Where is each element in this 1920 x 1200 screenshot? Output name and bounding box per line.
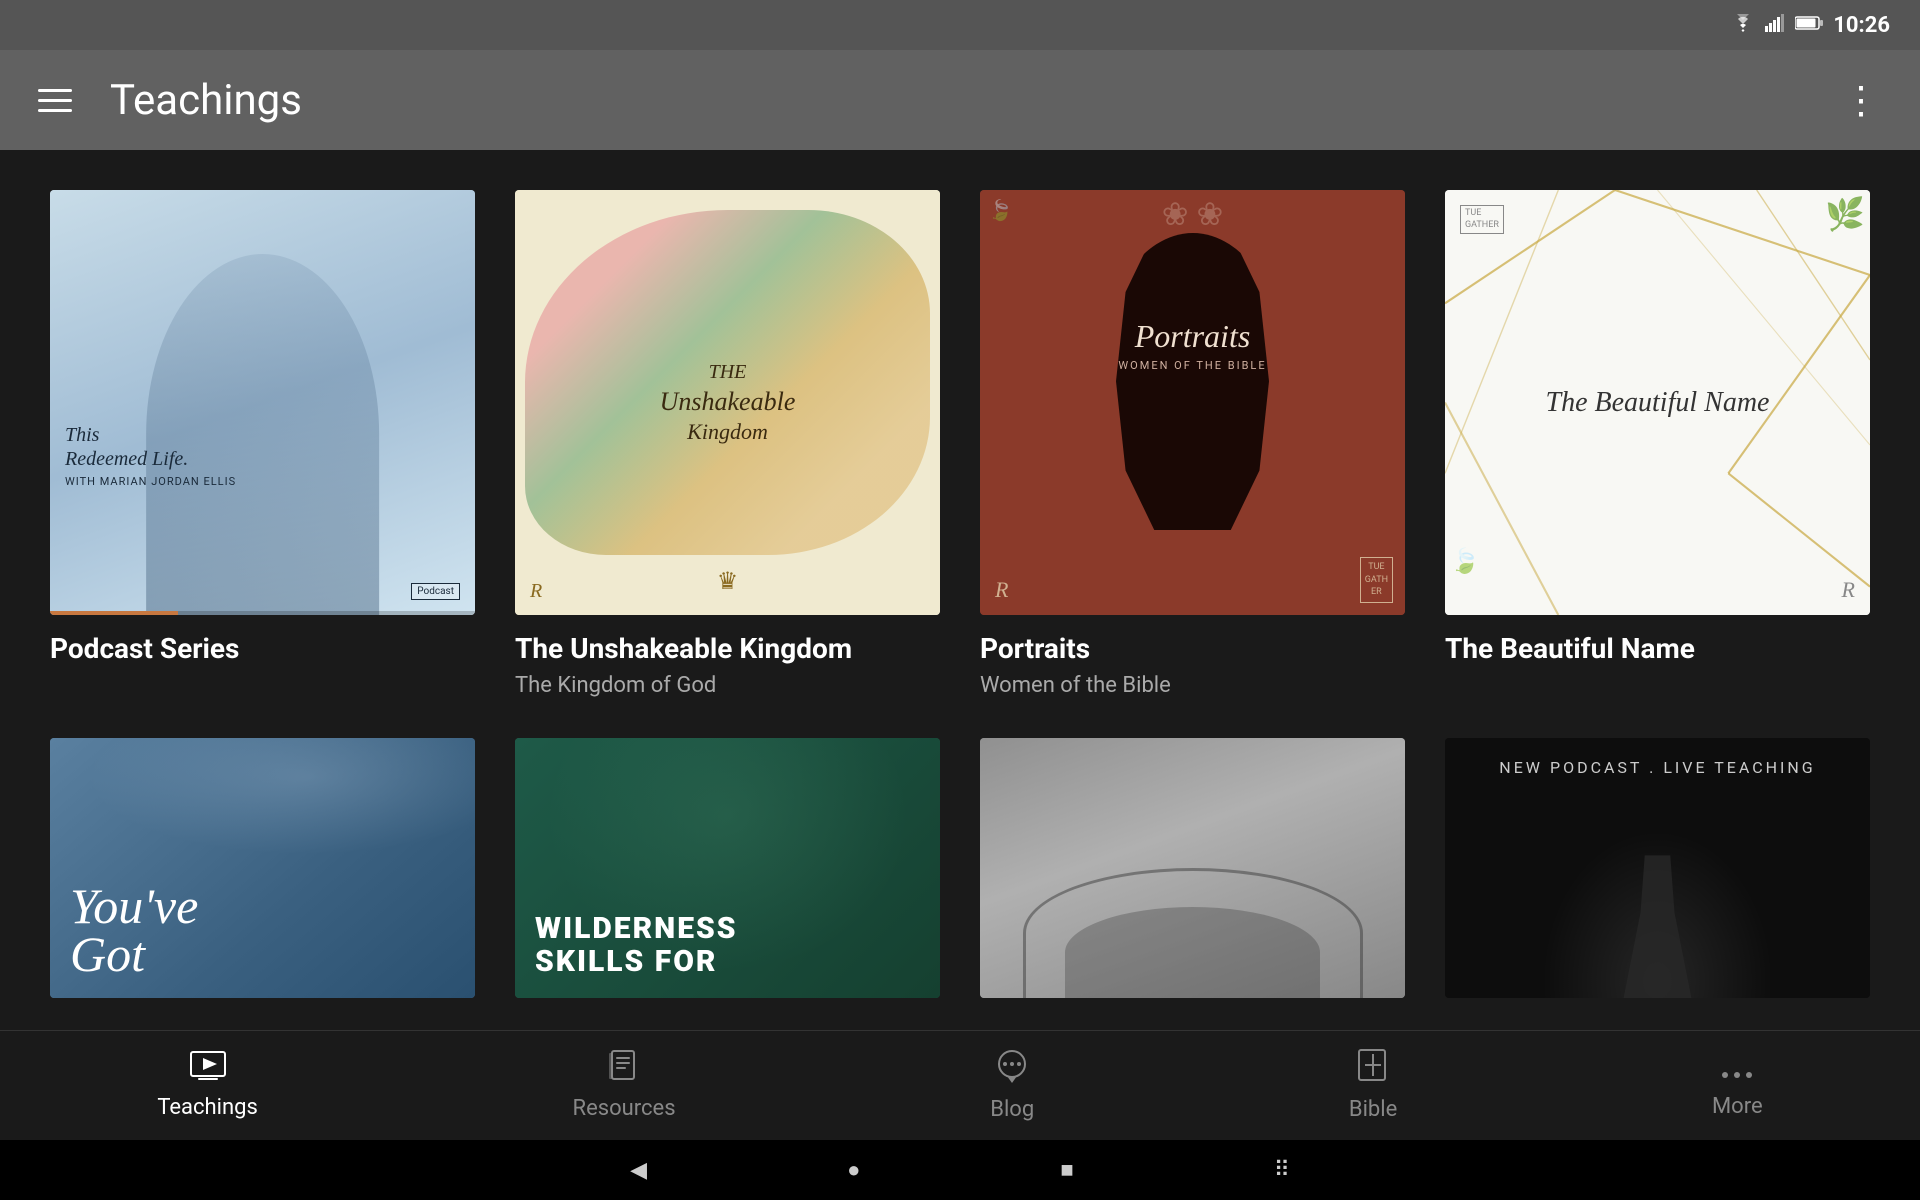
podcast-badge: Podcast (411, 583, 460, 600)
youve-got-text: You'veGot (70, 883, 198, 978)
card-image-bridge (980, 738, 1405, 998)
nav-item-bible[interactable]: Bible (1319, 1039, 1427, 1132)
card-image-wilderness: WILDERNESSSKILLS FOR (515, 738, 940, 998)
main-content: ThisRedeemed Life. WITH MARIAN JORDAN EL… (0, 150, 1920, 1030)
status-icons: 10:26 (1731, 13, 1890, 38)
home-button[interactable]: ● (847, 1157, 860, 1183)
flower-deco: ❀ ❀ (1162, 195, 1224, 233)
bottom-nav: Teachings Resources Blog (0, 1030, 1920, 1140)
card-wilderness[interactable]: WILDERNESSSKILLS FOR (515, 738, 940, 998)
card-new-podcast-live[interactable]: NEW PODCAST . LIVE TEACHING (1445, 738, 1870, 998)
new-podcast-label: NEW PODCAST . LIVE TEACHING (1445, 758, 1870, 777)
resources-nav-icon (609, 1050, 639, 1090)
signal-icon (1765, 14, 1785, 37)
hamburger-line (38, 99, 72, 102)
wifi-icon (1731, 14, 1755, 37)
r-watermark-portraits: R (995, 577, 1008, 603)
status-bar: 10:26 (0, 0, 1920, 50)
battery-icon (1795, 15, 1823, 36)
app-bar: Teachings ⋮ (0, 50, 1920, 150)
tue-gather-top-left: TUEGATHER (1460, 205, 1504, 234)
app-bar-left: Teachings (30, 76, 302, 125)
card-unshakeable-kingdom[interactable]: THEUnshakeableKingdom ♛ R The Unshakeabl… (515, 190, 940, 698)
r-watermark-bn: R (1842, 577, 1855, 603)
tue-gather-badge: TUEGATHER (1360, 557, 1393, 603)
more-options-button[interactable]: ⋮ (1834, 70, 1890, 131)
blog-nav-icon (995, 1049, 1029, 1091)
leaf-top-left: 🍃 (988, 198, 1013, 222)
card1-text-overlay: ThisRedeemed Life. WITH MARIAN JORDAN EL… (65, 423, 460, 488)
card-beautiful-name[interactable]: 🌿 🍃 TUEGATHER The Beautiful Name R The B… (1445, 190, 1870, 698)
beautiful-name-text: The Beautiful Name (1466, 384, 1849, 420)
keyboard-button[interactable]: ⠿ (1274, 1158, 1290, 1183)
card-image-beautiful-name: 🌿 🍃 TUEGATHER The Beautiful Name R (1445, 190, 1870, 615)
wilderness-text: WILDERNESSSKILLS FOR (535, 912, 738, 978)
teachings-nav-icon (190, 1051, 226, 1089)
nav-label-resources: Resources (573, 1096, 676, 1121)
card-subtitle-portraits: Women of the Bible (980, 673, 1405, 698)
card-title-podcast-series: Podcast Series (50, 631, 475, 667)
leaf-top-right: 🌿 (1825, 195, 1865, 233)
nav-item-more[interactable]: More (1682, 1043, 1793, 1129)
card-image-new-podcast-live: NEW PODCAST . LIVE TEACHING (1445, 738, 1870, 998)
page-title: Teachings (110, 76, 302, 125)
hamburger-line (38, 109, 72, 112)
nav-item-teachings[interactable]: Teachings (127, 1041, 288, 1130)
nav-label-blog: Blog (990, 1097, 1034, 1122)
card-podcast-series[interactable]: ThisRedeemed Life. WITH MARIAN JORDAN EL… (50, 190, 475, 698)
crown-icon: ♛ (717, 567, 739, 595)
card2-text: THEUnshakeableKingdom (660, 358, 796, 446)
card-subtitle-unshakeable: The Kingdom of God (515, 673, 940, 698)
portraits-text: Portraits WOMEN OF THE BIBLE (1118, 318, 1266, 372)
hamburger-menu-button[interactable] (30, 81, 80, 120)
card-image-youve-got: You'veGot (50, 738, 475, 998)
card-bridge[interactable] (980, 738, 1405, 998)
leaf-bottom-left: 🍃 (1450, 547, 1480, 575)
back-button[interactable]: ◀ (630, 1158, 647, 1183)
system-nav-bar: ◀ ● ■ ⠿ (0, 1140, 1920, 1200)
card-portraits[interactable]: ❀ ❀ Portraits WOMEN OF THE BIBLE R TUEGA… (980, 190, 1405, 698)
r-watermark: R (530, 580, 542, 603)
bible-nav-icon (1358, 1049, 1388, 1091)
status-time: 10:26 (1833, 13, 1890, 38)
card-title-beautiful-name: The Beautiful Name (1445, 631, 1870, 667)
card-image-podcast-series: ThisRedeemed Life. WITH MARIAN JORDAN EL… (50, 190, 475, 615)
card-title-portraits: Portraits (980, 631, 1405, 667)
card-youve-got[interactable]: You'veGot (50, 738, 475, 998)
nav-item-blog[interactable]: Blog (960, 1039, 1064, 1132)
card-image-portraits: ❀ ❀ Portraits WOMEN OF THE BIBLE R TUEGA… (980, 190, 1405, 615)
more-nav-icon (1720, 1053, 1754, 1088)
card-title-unshakeable: The Unshakeable Kingdom (515, 631, 940, 667)
nav-label-teachings: Teachings (157, 1095, 258, 1120)
hamburger-line (38, 89, 72, 92)
nav-label-more: More (1712, 1094, 1763, 1119)
card-image-unshakeable: THEUnshakeableKingdom ♛ R (515, 190, 940, 615)
nav-item-resources[interactable]: Resources (543, 1040, 706, 1131)
content-grid: ThisRedeemed Life. WITH MARIAN JORDAN EL… (50, 190, 1870, 998)
recent-apps-button[interactable]: ■ (1060, 1157, 1073, 1183)
nav-label-bible: Bible (1349, 1097, 1397, 1122)
